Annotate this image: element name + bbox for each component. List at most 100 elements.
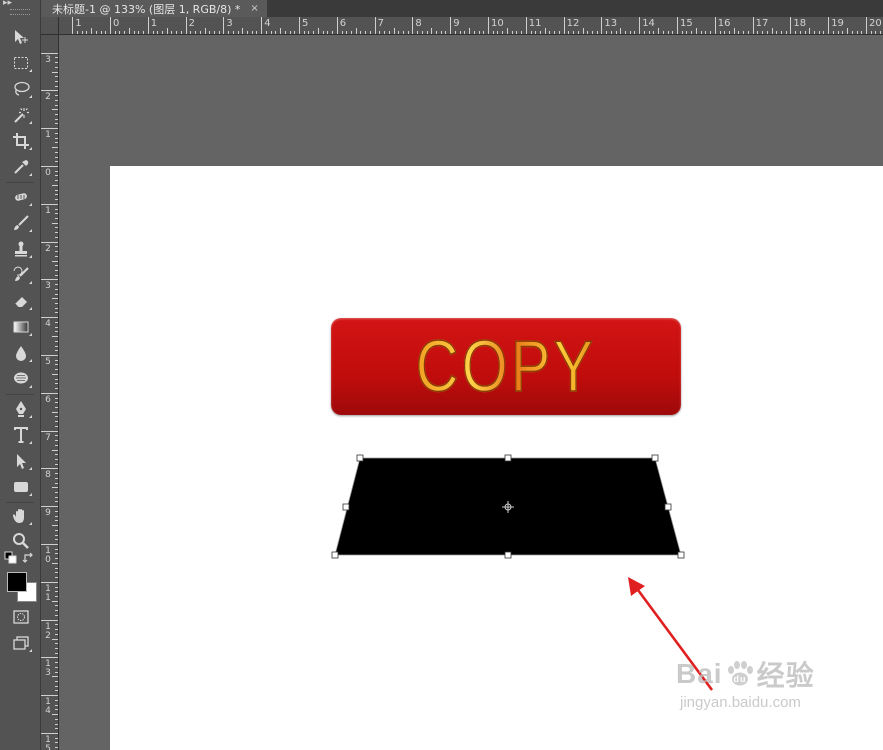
type-tool-icon[interactable]: [8, 424, 34, 446]
ruler-label: 11: [528, 18, 542, 29]
quick-mask-icon[interactable]: [8, 606, 34, 628]
ruler-label: 6: [339, 18, 347, 29]
document-tab[interactable]: 未标题-1 @ 133% (图层 1, RGB/8) * ×: [41, 0, 267, 17]
ruler-tick: [128, 28, 130, 34]
ruler-tick: [91, 28, 93, 34]
ruler-tick: [762, 31, 764, 34]
ruler-tick: [55, 76, 58, 78]
screen-mode-icon[interactable]: [8, 632, 34, 654]
ruler-tick: [55, 156, 58, 158]
hand-tool-icon[interactable]: [8, 505, 34, 527]
ruler-tick: [629, 31, 631, 34]
ruler-tick: [55, 199, 58, 201]
ruler-tick: [369, 31, 371, 34]
ruler-tick: [52, 638, 58, 640]
ruler-tick: [653, 31, 655, 34]
ruler-tick: [658, 28, 660, 34]
ruler-tick: [450, 17, 452, 34]
ruler-tick: [55, 558, 58, 560]
ruler-tick: [511, 31, 513, 34]
ruler-label: 3: [226, 18, 233, 29]
ruler-tick: [100, 31, 102, 34]
crop-tool-icon[interactable]: [8, 130, 34, 152]
ruler-tick: [52, 184, 58, 186]
ruler-tick: [648, 31, 650, 34]
ruler-tick: [247, 31, 249, 34]
path-selection-tool-icon[interactable]: [8, 450, 34, 472]
eraser-tool-icon[interactable]: [8, 290, 34, 312]
ruler-tick: [55, 194, 58, 196]
ruler-tick: [55, 548, 58, 550]
healing-brush-tool-icon[interactable]: [8, 186, 34, 208]
ruler-tick: [620, 28, 622, 34]
ruler-label: 8: [415, 18, 422, 29]
ruler-tick: [554, 31, 556, 34]
close-icon[interactable]: ×: [250, 3, 258, 14]
ruler-tick: [55, 303, 58, 305]
copy-button-artwork: COPY: [331, 318, 681, 415]
ruler-tick: [270, 31, 272, 34]
ruler-label: 3: [45, 281, 51, 292]
ruler-label: 1: [75, 18, 82, 29]
ruler-tick: [55, 652, 58, 654]
ruler-tick: [506, 28, 508, 34]
ruler-label: 15: [680, 18, 693, 29]
ruler-tick: [55, 62, 58, 64]
ruler-tick: [847, 28, 849, 34]
ruler-tick: [743, 31, 745, 34]
ruler-tick: [55, 80, 58, 82]
dodge-tool-icon[interactable]: [8, 368, 34, 390]
foreground-color-swatch[interactable]: [7, 572, 27, 592]
ruler-tick: [313, 31, 315, 34]
ruler-tick: [521, 31, 523, 34]
ruler-tick: [55, 132, 58, 134]
ruler-tick: [350, 31, 352, 34]
ruler-tick: [41, 90, 58, 92]
pen-tool-icon[interactable]: [8, 398, 34, 420]
svg-text:du: du: [733, 674, 746, 684]
ruler-tick: [52, 373, 58, 375]
default-colors-icon[interactable]: [4, 551, 18, 565]
ruler-tick: [55, 251, 58, 253]
eyedropper-tool-icon[interactable]: [8, 156, 34, 178]
ruler-label: 2: [45, 92, 51, 103]
vertical-ruler[interactable]: 32101234567891 01 11 21 31 41 5: [41, 35, 59, 750]
ruler-tick: [55, 416, 58, 418]
horizontal-ruler[interactable]: 1 0 1 2 3 4 5 6 7 8 9 10 11 12 13 14 15 16 17 18 19 20: [59, 17, 883, 35]
rectangle-tool-icon[interactable]: [8, 476, 34, 498]
ruler-tick: [55, 723, 58, 725]
ruler-origin[interactable]: [41, 17, 59, 35]
blur-tool-icon[interactable]: [8, 342, 34, 364]
ruler-tick: [55, 709, 58, 711]
ruler-label: 1 4: [45, 697, 51, 717]
swap-colors-icon[interactable]: [22, 551, 36, 565]
ruler-tick: [55, 529, 58, 531]
panel-collapse-icon[interactable]: ▸▸: [3, 0, 12, 8]
ruler-tick: [530, 31, 532, 34]
panel-grip[interactable]: [10, 9, 30, 15]
marquee-tool-icon[interactable]: [8, 52, 34, 74]
ruler-label: 5: [302, 18, 309, 29]
magic-wand-tool-icon[interactable]: [8, 104, 34, 126]
gradient-tool-icon[interactable]: [8, 316, 34, 338]
ruler-tick: [86, 31, 88, 34]
ruler-tick: [81, 31, 83, 34]
ruler-tick: [95, 31, 97, 34]
move-tool-icon[interactable]: [8, 26, 34, 48]
ruler-tick: [55, 624, 58, 626]
baidu-watermark: Bai du 经验 jingyan.baidu.com: [676, 654, 815, 711]
clone-stamp-tool-icon[interactable]: [8, 238, 34, 260]
ruler-tick: [55, 425, 58, 427]
ruler-label: 6: [45, 394, 51, 405]
ruler-tick: [360, 31, 362, 34]
ruler-tick: [55, 718, 58, 720]
history-brush-tool-icon[interactable]: [8, 264, 34, 286]
ruler-tick: [497, 31, 499, 34]
ruler-tick: [55, 383, 58, 385]
ruler-tick: [55, 85, 58, 87]
ruler-tick: [606, 31, 608, 34]
brush-tool-icon[interactable]: [8, 212, 34, 234]
ruler-tick: [52, 676, 58, 678]
ruler-tick: [52, 411, 58, 413]
lasso-tool-icon[interactable]: [8, 78, 34, 100]
